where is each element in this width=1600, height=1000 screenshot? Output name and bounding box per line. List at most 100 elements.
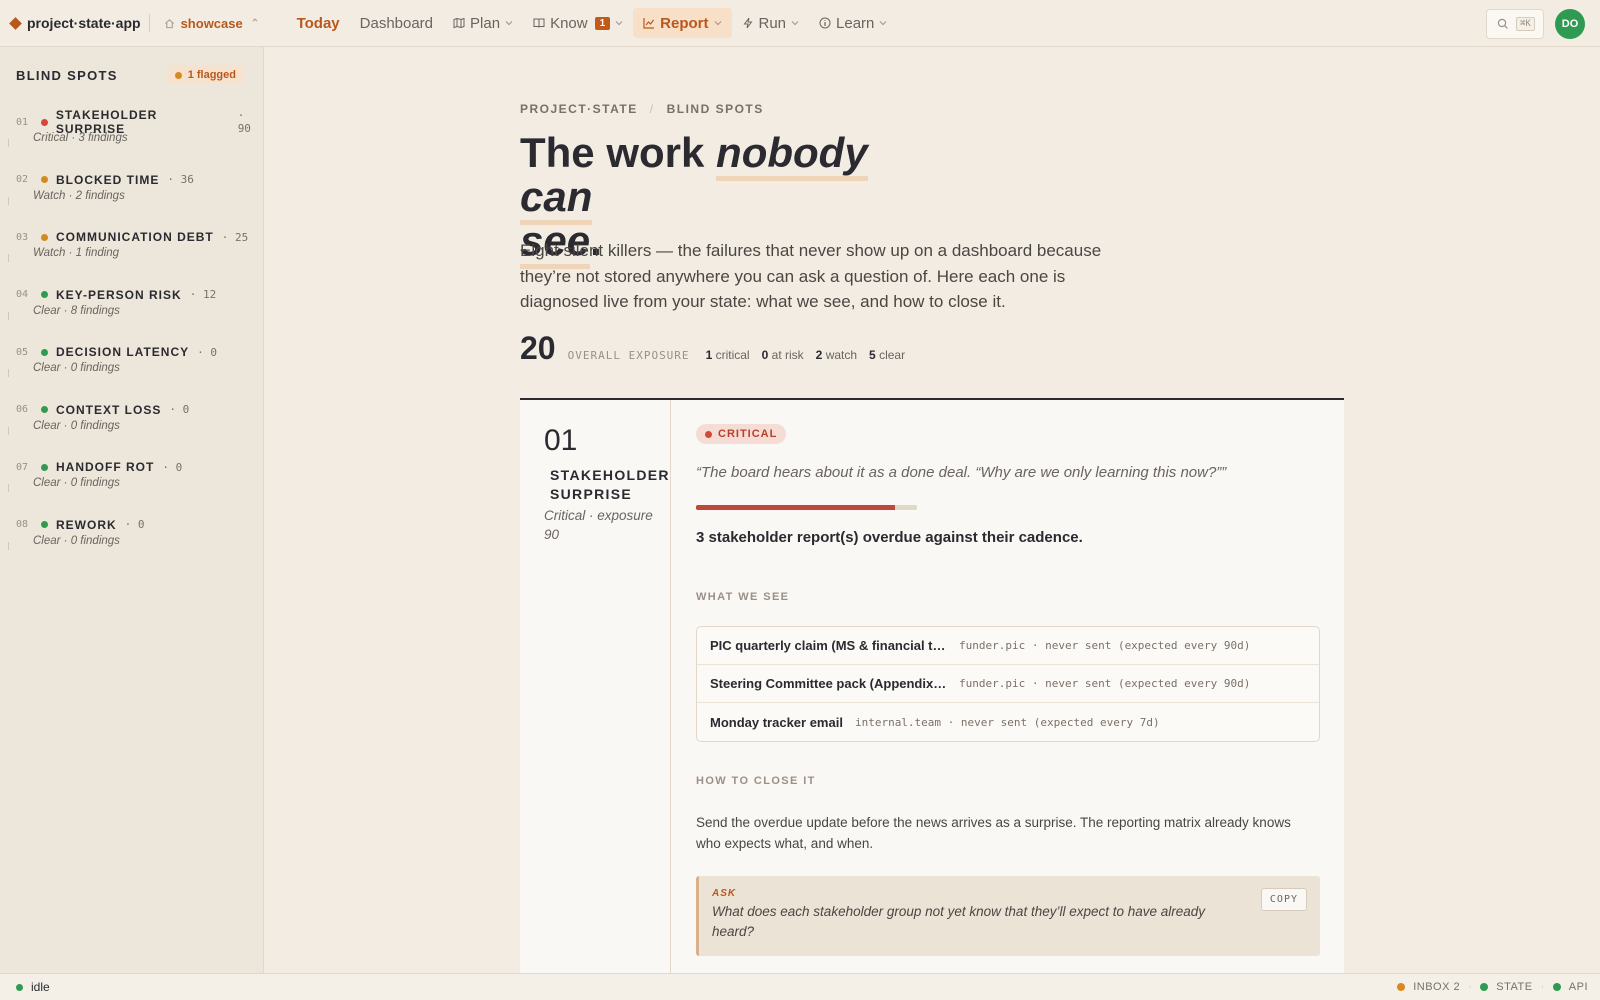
nav-today-label: Today: [296, 14, 340, 32]
sidebar-item[interactable]: 01 STAKEHOLDER SURPRISE · 90 Critical · 3 f…: [0, 108, 264, 171]
status-dot-icon: [41, 406, 48, 413]
finding-meta: internal.team · never sent (expected eve…: [854, 715, 1160, 729]
inbox-dot-icon: [1397, 983, 1406, 991]
sidebar-item[interactable]: 07 HANDOFF ROT · 0 Clear · 0 findings: [0, 458, 264, 516]
state-indicator[interactable]: STATE: [1496, 981, 1532, 993]
finding-row[interactable]: Steering Committee pack (Appendix A) fund…: [697, 665, 1319, 703]
sidebar-item-number: 08: [16, 519, 29, 530]
status-dot-icon: [40, 118, 48, 126]
sidebar-title: BLIND SPOTS: [16, 67, 118, 83]
finding-meta: funder.pic · never sent (expected every …: [959, 677, 1251, 690]
flagged-count: 1 flagged: [187, 69, 236, 81]
sidebar-item-summary: Clear · 0 findings: [33, 419, 120, 432]
sidebar-item-summary: Watch · 2 findings: [33, 189, 125, 202]
breadcrumb-current: BLIND SPOTS: [666, 102, 764, 116]
overall-exposure-value: 20: [520, 330, 556, 366]
flagged-badge: 1 flagged: [167, 66, 243, 84]
status-dot-icon: [41, 463, 48, 471]
what-we-see-heading: WHAT WE SEE: [696, 591, 790, 603]
clear-count-label: clear: [879, 348, 906, 362]
brand-diamond-icon: [9, 16, 22, 30]
sidebar-item-name: COMMUNICATION DEBT: [56, 230, 214, 244]
run-status: idle: [16, 980, 50, 994]
finding-meta: funder.pic · never sent (expected every …: [959, 639, 1251, 652]
sidebar-item[interactable]: 03 COMMUNICATION DEBT · 25 Watch · 1 findin…: [0, 228, 264, 286]
status-dot-icon: [41, 233, 48, 241]
inbox-indicator[interactable]: INBOX 2: [1413, 981, 1460, 993]
severity-dot-icon: [705, 430, 712, 438]
sidebar-item-number: 03: [16, 231, 29, 243]
card-body: CRITICAL “The board hears about it as a …: [696, 424, 1320, 956]
status-dot-icon: [41, 521, 48, 528]
nav-plan[interactable]: Plan: [443, 8, 523, 38]
chevron-down-icon: [714, 21, 721, 26]
sidebar-item-number: 04: [16, 289, 29, 300]
nav-today[interactable]: Today: [287, 8, 350, 38]
sidebar-item-summary: Clear · 0 findings: [33, 534, 120, 547]
severity-label: CRITICAL: [718, 428, 778, 440]
sidebar-item[interactable]: 04 KEY-PERSON RISK · 12 Clear · 8 findings: [0, 286, 264, 344]
flag-dot-icon: [174, 71, 182, 79]
status-dot-icon: [41, 291, 48, 298]
watch-count: 2 watch: [816, 348, 857, 362]
ask-prompt: ASK What does each stakeholder group not…: [696, 876, 1320, 956]
card-name-line2: SURPRISE: [550, 486, 632, 502]
sidebar-item[interactable]: 06 CONTEXT LOSS · 0 Clear · 0 findings: [0, 401, 264, 459]
card-header: 01 STAKEHOLDER SURPRISE Critical · exposu…: [520, 400, 671, 978]
list-tick: [8, 254, 9, 262]
card-name: STAKEHOLDER SURPRISE: [544, 466, 670, 504]
clear-count: 5 clear: [869, 348, 905, 362]
status-state: idle: [31, 980, 50, 994]
chevron-down-icon: [505, 21, 513, 26]
sidebar-item[interactable]: 05 DECISION LATENCY · 0 Clear · 0 findings: [0, 343, 264, 401]
separator: ·: [1540, 981, 1545, 993]
main-nav: Today Dashboard Plan Know 1 Report Run L…: [287, 0, 898, 47]
overall-exposure-label: OVERALL EXPOSURE: [567, 349, 690, 362]
breadcrumb-root[interactable]: PROJECT·STATE: [520, 102, 638, 116]
breadcrumb-separator: /: [649, 102, 655, 116]
sidebar-item-summary: Clear · 0 findings: [33, 362, 120, 374]
sidebar-item[interactable]: 02 BLOCKED TIME · 36 Watch · 2 findings: [0, 171, 264, 229]
workspace-name: showcase: [180, 15, 243, 31]
sidebar-item[interactable]: 08 REWORK · 0 Clear · 0 findings: [0, 516, 264, 574]
chart-line-icon: [643, 18, 655, 29]
nav-learn[interactable]: Learn: [809, 8, 897, 38]
copy-button[interactable]: COPY: [1260, 888, 1307, 911]
watch-count-label: watch: [825, 348, 858, 362]
nav-learn-label: Learn: [836, 14, 875, 32]
know-count-badge: 1: [594, 16, 611, 30]
list-tick: [8, 484, 9, 492]
nav-know[interactable]: Know 1: [523, 8, 633, 38]
nav-report[interactable]: Report: [633, 8, 732, 38]
sidebar-item-score: · 12: [189, 288, 217, 301]
api-indicator[interactable]: API: [1569, 981, 1588, 993]
nav-dashboard-label: Dashboard: [359, 14, 434, 32]
page-intro: Eight silent killers — the failures that…: [520, 241, 1102, 311]
brand[interactable]: project·state·app: [0, 0, 141, 47]
sidebar-item-name: DECISION LATENCY: [56, 345, 190, 359]
bolt-icon: [743, 17, 752, 29]
avatar[interactable]: DO: [1555, 9, 1585, 39]
nav-plan-label: Plan: [470, 14, 501, 32]
sidebar-item-summary: Clear · 0 findings: [33, 477, 120, 489]
card-headline: 3 stakeholder report(s) overdue against …: [696, 529, 1083, 546]
exposure-summary: 20 OVERALL EXPOSURE 1 critical 0 at risk…: [520, 330, 905, 367]
exposure-bar-fill: [696, 505, 895, 510]
workspace-switcher[interactable]: showcase ⌃: [164, 16, 272, 31]
finding-row[interactable]: PIC quarterly claim (MS & financial trac…: [697, 627, 1319, 665]
sidebar-item-number: 06: [16, 404, 29, 415]
findings-list: PIC quarterly claim (MS & financial trac…: [696, 626, 1320, 742]
list-tick: [8, 196, 9, 205]
search-shortcut: ⌘K: [1516, 17, 1535, 31]
book-icon: [533, 18, 545, 28]
finding-row[interactable]: Monday tracker email internal.team · neve…: [697, 703, 1319, 741]
search-button[interactable]: ⌘K: [1486, 9, 1544, 39]
nav-run[interactable]: Run: [732, 8, 810, 38]
sidebar-item-name: BLOCKED TIME: [56, 172, 160, 187]
updown-chevron-icon: ⌃: [250, 17, 260, 29]
card-name-line1: STAKEHOLDER: [550, 467, 670, 483]
top-bar: project·state·app showcase ⌃ Today Dashb…: [0, 0, 1600, 47]
nav-dashboard[interactable]: Dashboard: [350, 8, 443, 38]
sidebar-item-score: · 0: [197, 345, 217, 359]
breadcrumb: PROJECT·STATE / BLIND SPOTS: [520, 102, 764, 116]
